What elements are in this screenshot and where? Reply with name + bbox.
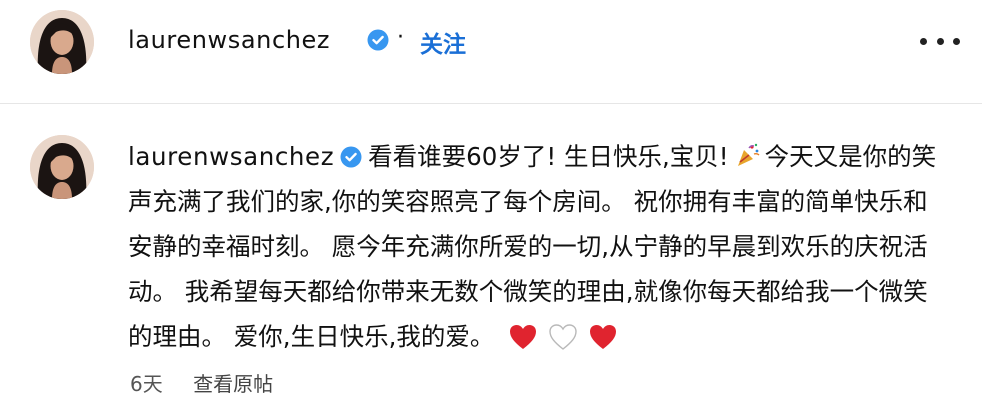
view-original-link[interactable]: 查看原帖: [193, 372, 273, 396]
comment-meta: 6天 查看原帖: [130, 368, 273, 397]
more-dot-icon: [953, 37, 960, 45]
avatar[interactable]: [30, 10, 94, 74]
comment-text-part1: 看看谁要60岁了! 生日快乐,宝贝!: [368, 142, 729, 171]
more-dot-icon: [936, 37, 944, 45]
hearts-row: [508, 314, 628, 359]
timestamp: 6天: [130, 372, 163, 396]
verified-badge-icon: [340, 137, 362, 168]
red-heart-icon: [508, 320, 538, 349]
follow-button[interactable]: 关注: [420, 25, 466, 59]
post-header: laurenwsanchez · 关注: [0, 0, 982, 103]
party-popper-icon: [735, 137, 761, 166]
comment-avatar[interactable]: [30, 135, 94, 199]
comment-username-link[interactable]: laurenwsanchez: [128, 142, 334, 171]
red-heart-icon: [588, 320, 618, 349]
header-divider: [0, 103, 982, 104]
more-options-button[interactable]: [920, 24, 960, 58]
more-dot-icon: [920, 37, 927, 45]
username-link[interactable]: laurenwsanchez: [128, 26, 330, 54]
comment-text: laurenwsanchez 看看谁要60岁了! 生日快乐,宝贝! 今天又是你的笑声…: [128, 134, 948, 359]
separator-dot: ·: [397, 25, 404, 50]
verified-badge-icon: [367, 29, 389, 51]
white-heart-icon: [548, 320, 578, 350]
